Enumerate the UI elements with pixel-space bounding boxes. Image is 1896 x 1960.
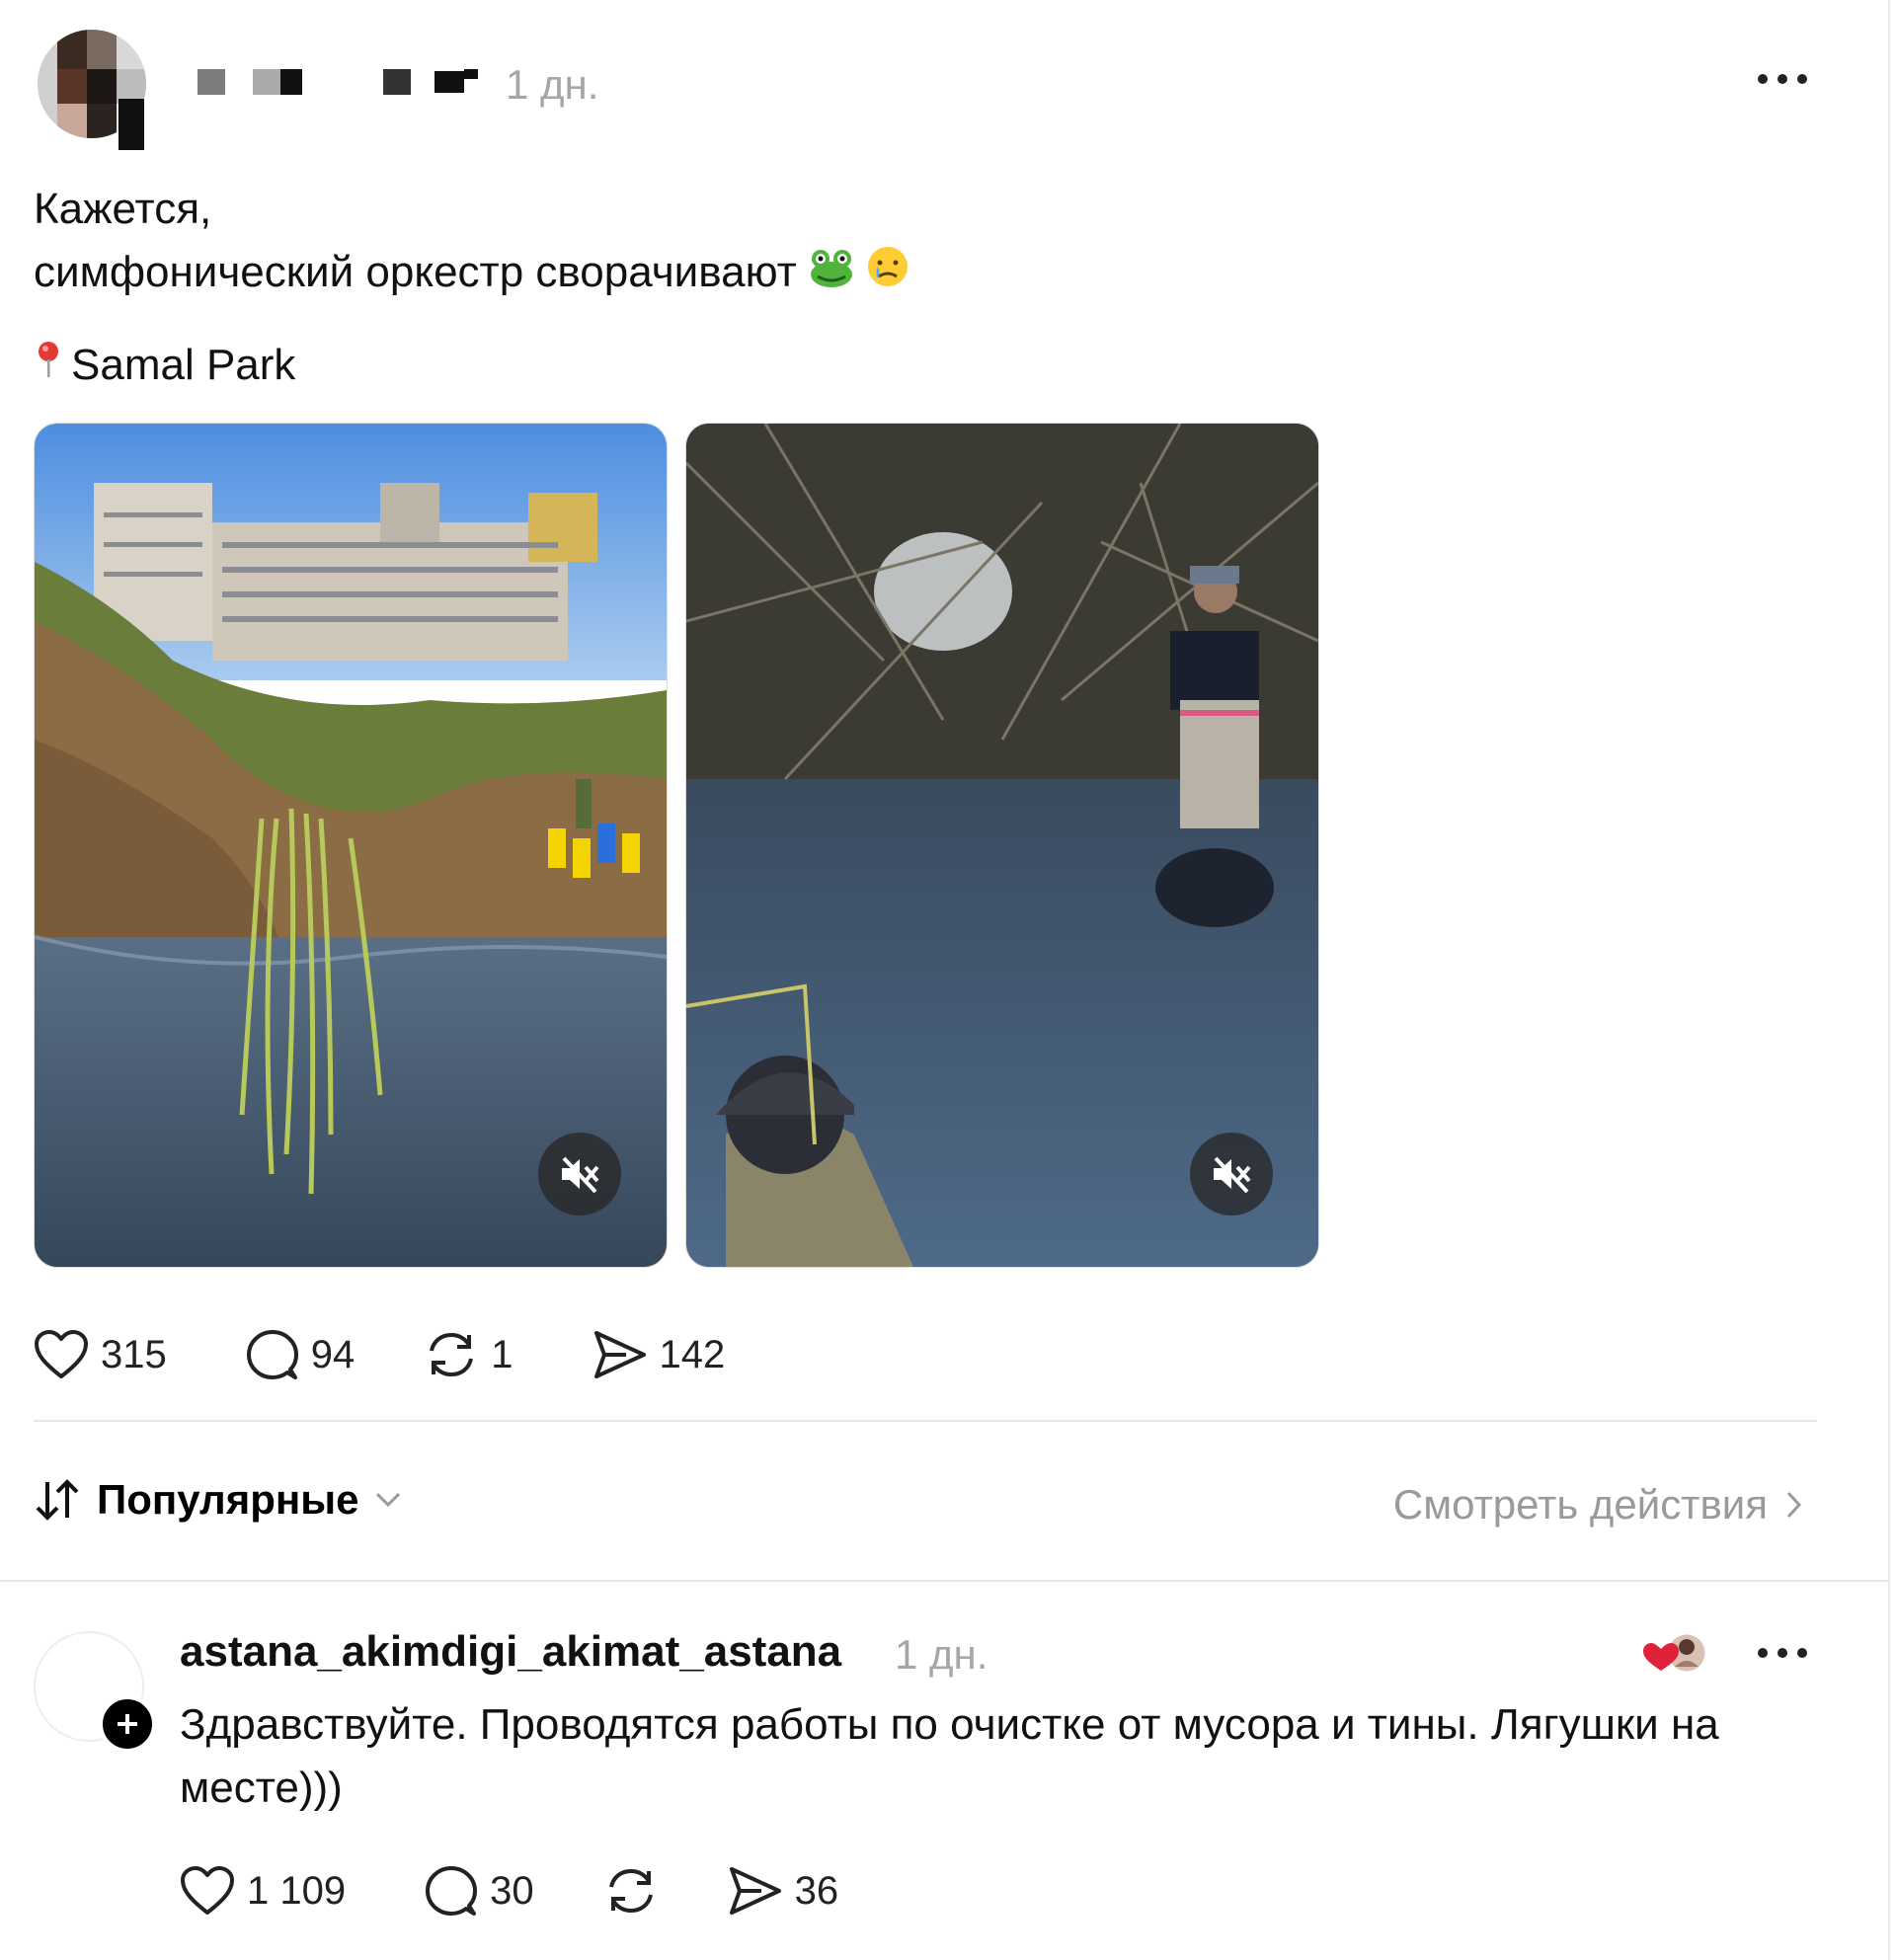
reply-action-bar: 1 109 30 36 — [180, 1864, 838, 1918]
mute-button-2[interactable] — [1190, 1133, 1273, 1215]
comment-bubble-icon — [246, 1330, 298, 1379]
post-caption: Кажется, симфонический оркестр сворачива… — [34, 178, 909, 306]
reply-repost-button[interactable] — [603, 1865, 659, 1917]
reply-like-button[interactable]: 1 109 — [180, 1865, 346, 1917]
reply-share-count: 36 — [794, 1868, 839, 1913]
reply-share-button[interactable]: 36 — [728, 1865, 839, 1917]
sort-arrows-icon — [36, 1479, 79, 1521]
mute-button-1[interactable] — [538, 1133, 621, 1215]
caption-line-2: симфонический оркестр сворачивают — [34, 248, 797, 296]
repost-icon — [608, 1868, 653, 1914]
video-thumbnail-2[interactable] — [685, 423, 1319, 1268]
chevron-right-icon — [1786, 1491, 1802, 1519]
share-count: 142 — [659, 1332, 726, 1376]
heart-icon — [35, 1330, 88, 1378]
caption-line-1: Кажется, — [34, 185, 212, 233]
send-icon — [729, 1867, 781, 1915]
plus-icon — [118, 1714, 137, 1734]
frog-icon — [809, 243, 854, 306]
speaker-muted-icon — [562, 1156, 599, 1194]
comment-count: 94 — [310, 1332, 356, 1376]
heart-icon — [181, 1866, 234, 1915]
post-more-menu[interactable] — [1758, 69, 1817, 89]
sort-dropdown[interactable]: Популярные — [34, 1476, 402, 1524]
repost-icon — [430, 1332, 474, 1377]
like-count: 315 — [101, 1332, 167, 1376]
video-thumbnail-1[interactable] — [34, 423, 668, 1268]
pin-icon — [36, 340, 61, 390]
view-activity-label: Смотреть действия — [1392, 1481, 1768, 1528]
chevron-down-icon — [376, 1492, 401, 1508]
speaker-muted-icon — [1214, 1156, 1251, 1194]
reply-username[interactable]: astana_akimdigi_akimat_astana — [180, 1627, 841, 1677]
post-divider — [34, 1420, 1817, 1422]
liked-by-author-badge[interactable] — [1639, 1631, 1710, 1677]
reply-comment-button[interactable]: 30 — [425, 1864, 534, 1918]
comment-bubble-icon — [426, 1866, 478, 1916]
reply-more-menu[interactable] — [1758, 1643, 1817, 1663]
view-activity-link[interactable]: Смотреть действия — [1393, 1481, 1803, 1529]
post-action-bar: 315 94 1 142 — [34, 1328, 725, 1381]
comment-button[interactable]: 94 — [246, 1328, 356, 1381]
reply-timestamp: 1 дн. — [895, 1631, 988, 1678]
avatar-redaction — [118, 99, 144, 150]
share-button[interactable]: 142 — [592, 1329, 726, 1380]
repost-button[interactable]: 1 — [424, 1329, 514, 1380]
reply-like-count: 1 109 — [247, 1868, 347, 1913]
crying-face-icon — [866, 243, 909, 306]
location-name: Samal Park — [71, 340, 296, 389]
reply-text: Здравствуйте. Проводятся работы по очист… — [180, 1700, 1719, 1812]
follow-button[interactable] — [99, 1695, 156, 1753]
page-edge — [1888, 0, 1890, 1960]
location-tag[interactable]: Samal Park — [36, 340, 295, 390]
reply-comment-count: 30 — [490, 1868, 534, 1913]
sort-label: Популярные — [97, 1476, 359, 1523]
repost-count: 1 — [491, 1332, 514, 1376]
like-button[interactable]: 315 — [34, 1329, 167, 1380]
send-icon — [593, 1331, 646, 1378]
section-divider — [0, 1580, 1888, 1582]
post-timestamp: 1 дн. — [506, 61, 599, 108]
